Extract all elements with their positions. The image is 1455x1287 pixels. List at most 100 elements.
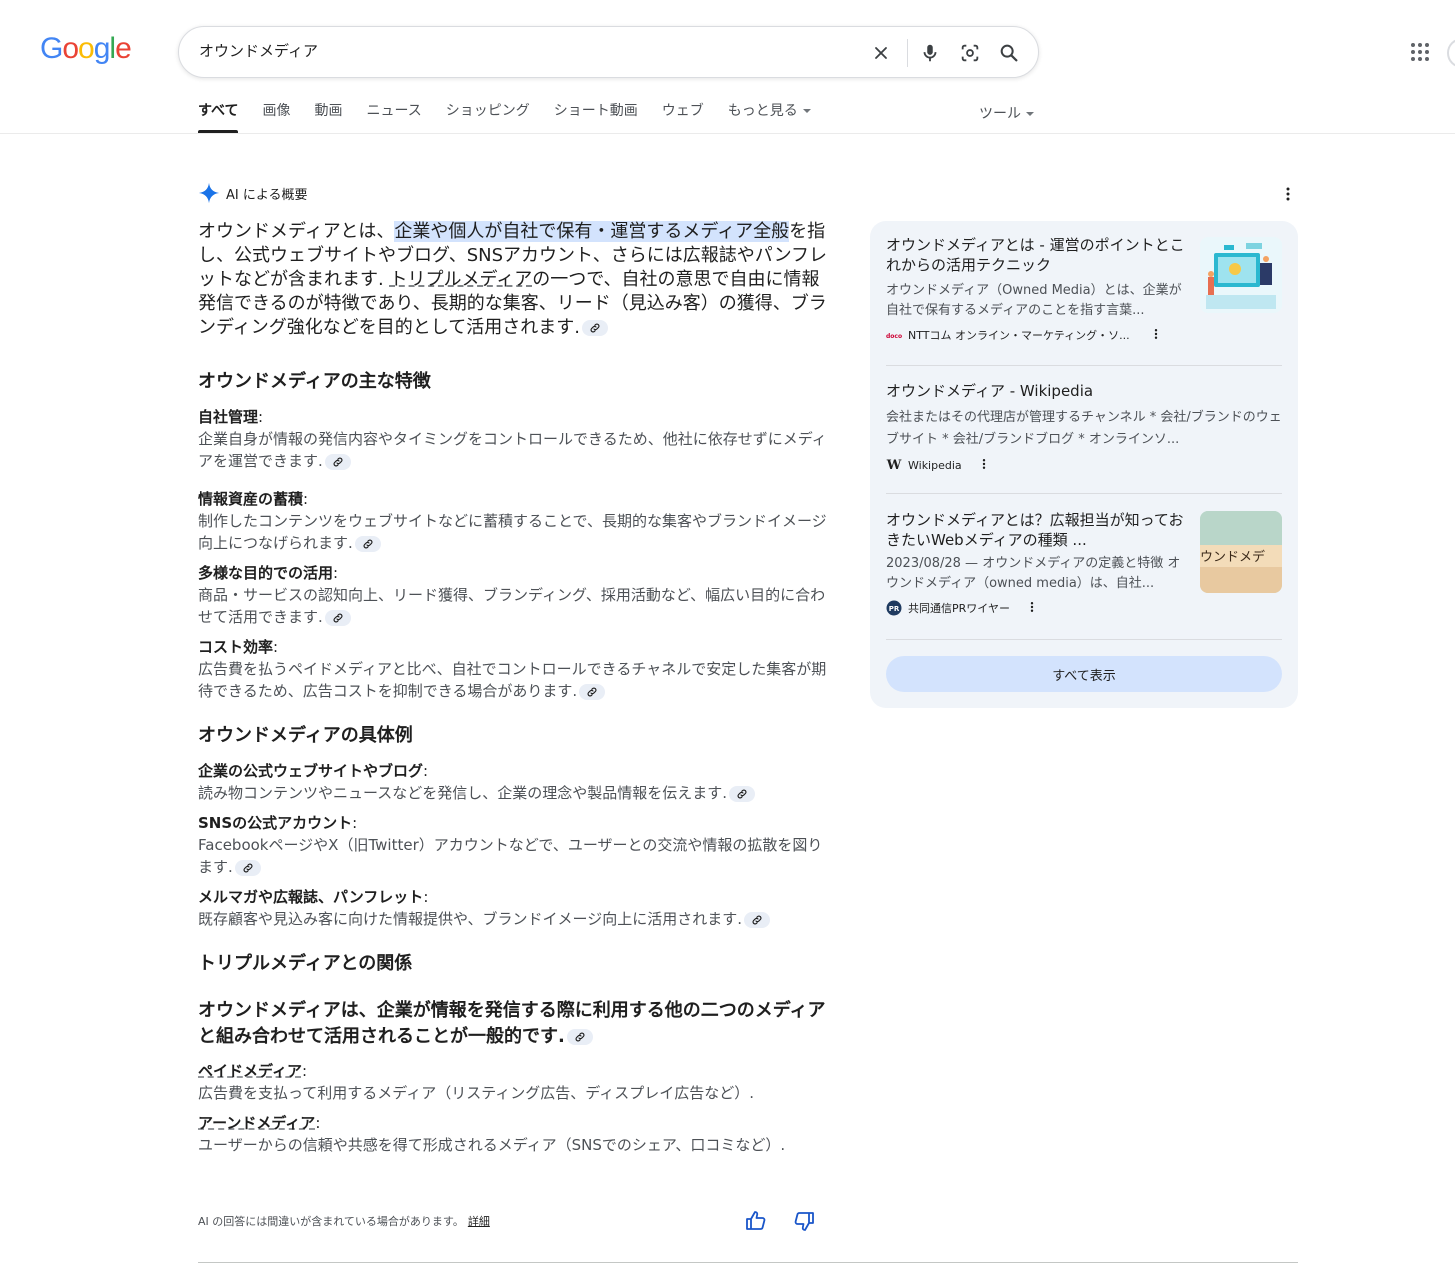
triple-media-link[interactable]: トリプルメディア <box>389 269 532 290</box>
source-thumbnail[interactable]: ウンドメデ <box>1200 511 1282 593</box>
ai-overview-body: オウンドメディアとは、企業や個人が自社で保有・運営するメディア全般を指し、公式ウ… <box>198 220 830 1156</box>
tools-label: ツール <box>979 106 1021 122</box>
source-link-chip[interactable] <box>581 320 608 336</box>
source-card[interactable]: オウンドメディアとは - 運営のポイントとこれからの活用テクニック オウンドメデ… <box>886 235 1192 343</box>
example-item: SNSの公式アカウント: FacebookページやX（旧Twitter）アカウン… <box>198 814 823 876</box>
more-options-icon[interactable] <box>1026 601 1038 616</box>
more-options-icon[interactable] <box>1280 186 1296 202</box>
source-meta: docomo NTTコム オンライン・マーケティング・ソ... <box>886 327 1192 343</box>
tab-images[interactable]: 画像 <box>262 100 290 133</box>
example-title: SNSの公式アカウント <box>198 814 353 832</box>
source-card[interactable]: オウンドメディアとは？広報担当が知っておきたいWebメディアの種類 ... 20… <box>886 510 1192 616</box>
feature-title: 自社管理 <box>198 408 259 426</box>
tab-videos[interactable]: 動画 <box>314 100 342 133</box>
tab-more[interactable]: もっと見る <box>728 100 811 133</box>
source-title[interactable]: オウンドメディアとは - 運営のポイントとこれからの活用テクニック <box>886 235 1192 275</box>
favicon-text: PR <box>889 605 900 613</box>
source-snippet: オウンドメディア（Owned Media）とは、企業が自社で保有するメディアのこ… <box>886 283 1182 318</box>
source-site: 共同通信PRワイヤー <box>908 602 1010 615</box>
example-item: 企業の公式ウェブサイトやブログ: 読み物コンテンツやニュースなどを発信し、企業の… <box>198 760 830 804</box>
source-link-chip[interactable] <box>324 453 351 470</box>
example-title: 企業の公式ウェブサイトやブログ <box>198 762 424 780</box>
link-icon <box>587 687 597 696</box>
source-card[interactable]: オウンドメディア - Wikipedia 会社またはその代理店が管理するチャンネ… <box>886 381 1282 473</box>
earned-media-desc: ユーザーからの信頼や共感を得て形成されるメディア（SNSでのシェア、口コミなど）… <box>198 1136 786 1154</box>
tab-web[interactable]: ウェブ <box>662 100 704 133</box>
docomo-favicon-icon: docomo <box>886 327 902 343</box>
thumbs-down-icon[interactable] <box>792 1209 816 1233</box>
ai-overview-header: AI による概要 <box>198 182 307 204</box>
link-icon <box>575 1032 585 1042</box>
tab-all[interactable]: すべて <box>198 100 239 133</box>
clear-icon[interactable] <box>868 40 894 66</box>
learn-more-link[interactable]: 詳細 <box>468 1215 490 1228</box>
search-input[interactable] <box>199 41 839 59</box>
show-all-button[interactable]: すべて表示 <box>886 656 1282 692</box>
feature-desc: 企業自身が情報の発信内容やタイミングをコントロールできるため、他社に依存せずにメ… <box>198 430 827 470</box>
triple-media-heading: トリプルメディアとの関係 <box>198 953 413 974</box>
header-divider <box>0 133 1455 134</box>
chevron-down-icon <box>1026 112 1034 116</box>
sources-panel: オウンドメディアとは - 運営のポイントとこれからの活用テクニック オウンドメデ… <box>870 221 1298 708</box>
link-icon <box>333 457 343 466</box>
paid-media-link[interactable]: ペイドメディア <box>198 1062 302 1080</box>
logo-letter: o <box>62 32 79 65</box>
google-logo[interactable]: Google <box>40 32 132 66</box>
feature-item: 多様な目的での活用: 商品・サービスの認知向上、リード獲得、ブランディング、採用… <box>198 564 826 626</box>
tab-short-videos[interactable]: ショート動画 <box>554 100 638 133</box>
source-site: Wikipedia <box>908 458 962 472</box>
examples-heading: オウンドメディアの具体例 <box>198 725 413 746</box>
triple-media-paragraph: オウンドメディアは、企業が情報を発信する際に利用する他の二つのメディアと組み合わ… <box>198 998 830 1050</box>
link-icon <box>752 915 762 924</box>
thumbs-up-icon[interactable] <box>744 1209 768 1233</box>
source-link-chip[interactable] <box>744 911 771 928</box>
source-meta: PR 共同通信PRワイヤー <box>886 600 1192 616</box>
search-box[interactable] <box>178 26 1039 78</box>
source-divider <box>886 365 1282 366</box>
example-item: メルマガや広報誌、パンフレット: 既存顧客や見込み客に向けた情報提供や、ブランド… <box>198 886 830 930</box>
more-options-icon[interactable] <box>978 458 990 473</box>
more-options-icon[interactable] <box>1150 328 1162 343</box>
logo-letter: G <box>40 32 63 65</box>
source-title[interactable]: オウンドメディア - Wikipedia <box>886 381 1282 401</box>
tools-menu[interactable]: ツール <box>979 103 1034 123</box>
wikipedia-icon: W <box>886 457 902 473</box>
source-link-chip[interactable] <box>354 535 381 552</box>
search-icon[interactable] <box>996 40 1022 66</box>
mic-icon[interactable] <box>917 40 943 66</box>
source-link-chip[interactable] <box>579 683 606 700</box>
favicon-text: docomo <box>886 333 902 340</box>
tab-shopping[interactable]: ショッピング <box>446 100 530 133</box>
feature-item: 情報資産の蓄積: 制作したコンテンツをウェブサイトなどに蓄積することで、長期的な… <box>198 490 827 552</box>
source-divider <box>886 493 1282 494</box>
ai-lead-paragraph: オウンドメディアとは、企業や個人が自社で保有・運営するメディア全般を指し、公式ウ… <box>198 220 830 340</box>
triple-item: ペイドメディア: 広告費を支払って利用するメディア（リスティング広告、ディスプレ… <box>198 1060 830 1104</box>
source-link-chip[interactable] <box>729 785 756 802</box>
search-divider <box>907 39 908 67</box>
example-title: メルマガや広報誌、パンフレット <box>198 888 424 906</box>
earned-media-link[interactable]: アーンドメディア <box>198 1114 315 1132</box>
source-link-chip[interactable] <box>234 859 261 876</box>
ai-disclaimer: AI の回答には間違いが含まれている場合があります。 詳細 <box>198 1213 490 1229</box>
lead-text-1: オウンドメディアとは、 <box>198 221 395 242</box>
source-snippet: 2023/08/28 — オウンドメディアの定義と特徴 オウンドメディア（own… <box>886 556 1181 591</box>
thumbnail-text: ウンドメデ <box>1200 549 1265 565</box>
source-title[interactable]: オウンドメディアとは？広報担当が知っておきたいWebメディアの種類 ... <box>886 510 1192 550</box>
feature-desc: 商品・サービスの認知向上、リード獲得、ブランディング、採用活動など、幅広い目的に… <box>198 586 826 626</box>
sparkle-icon <box>198 182 220 204</box>
source-thumbnail[interactable] <box>1200 237 1282 313</box>
tab-news[interactable]: ニュース <box>366 100 421 133</box>
camera-icon[interactable] <box>957 40 983 66</box>
features-heading: オウンドメディアの主な特徴 <box>198 371 431 392</box>
apps-grid-icon[interactable] <box>1408 40 1432 64</box>
logo-letter: e <box>115 32 132 65</box>
tab-more-label: もっと見る <box>727 103 798 119</box>
link-icon <box>243 863 253 872</box>
feature-desc: 広告費を払うペイドメディアと比べ、自社でコントロールできるチャネルで安定した集客… <box>198 660 827 700</box>
source-link-chip[interactable] <box>566 1029 593 1045</box>
lead-highlight: 企業や個人が自社で保有・運営するメディア全般 <box>394 221 790 242</box>
account-avatar[interactable] <box>1447 38 1455 68</box>
source-link-chip[interactable] <box>324 609 351 626</box>
feature-item: コスト効率: 広告費を払うペイドメディアと比べ、自社でコントロールできるチャネル… <box>198 638 827 700</box>
example-desc: 既存顧客や見込み客に向けた情報提供や、ブランドイメージ向上に活用されます. <box>198 910 743 928</box>
